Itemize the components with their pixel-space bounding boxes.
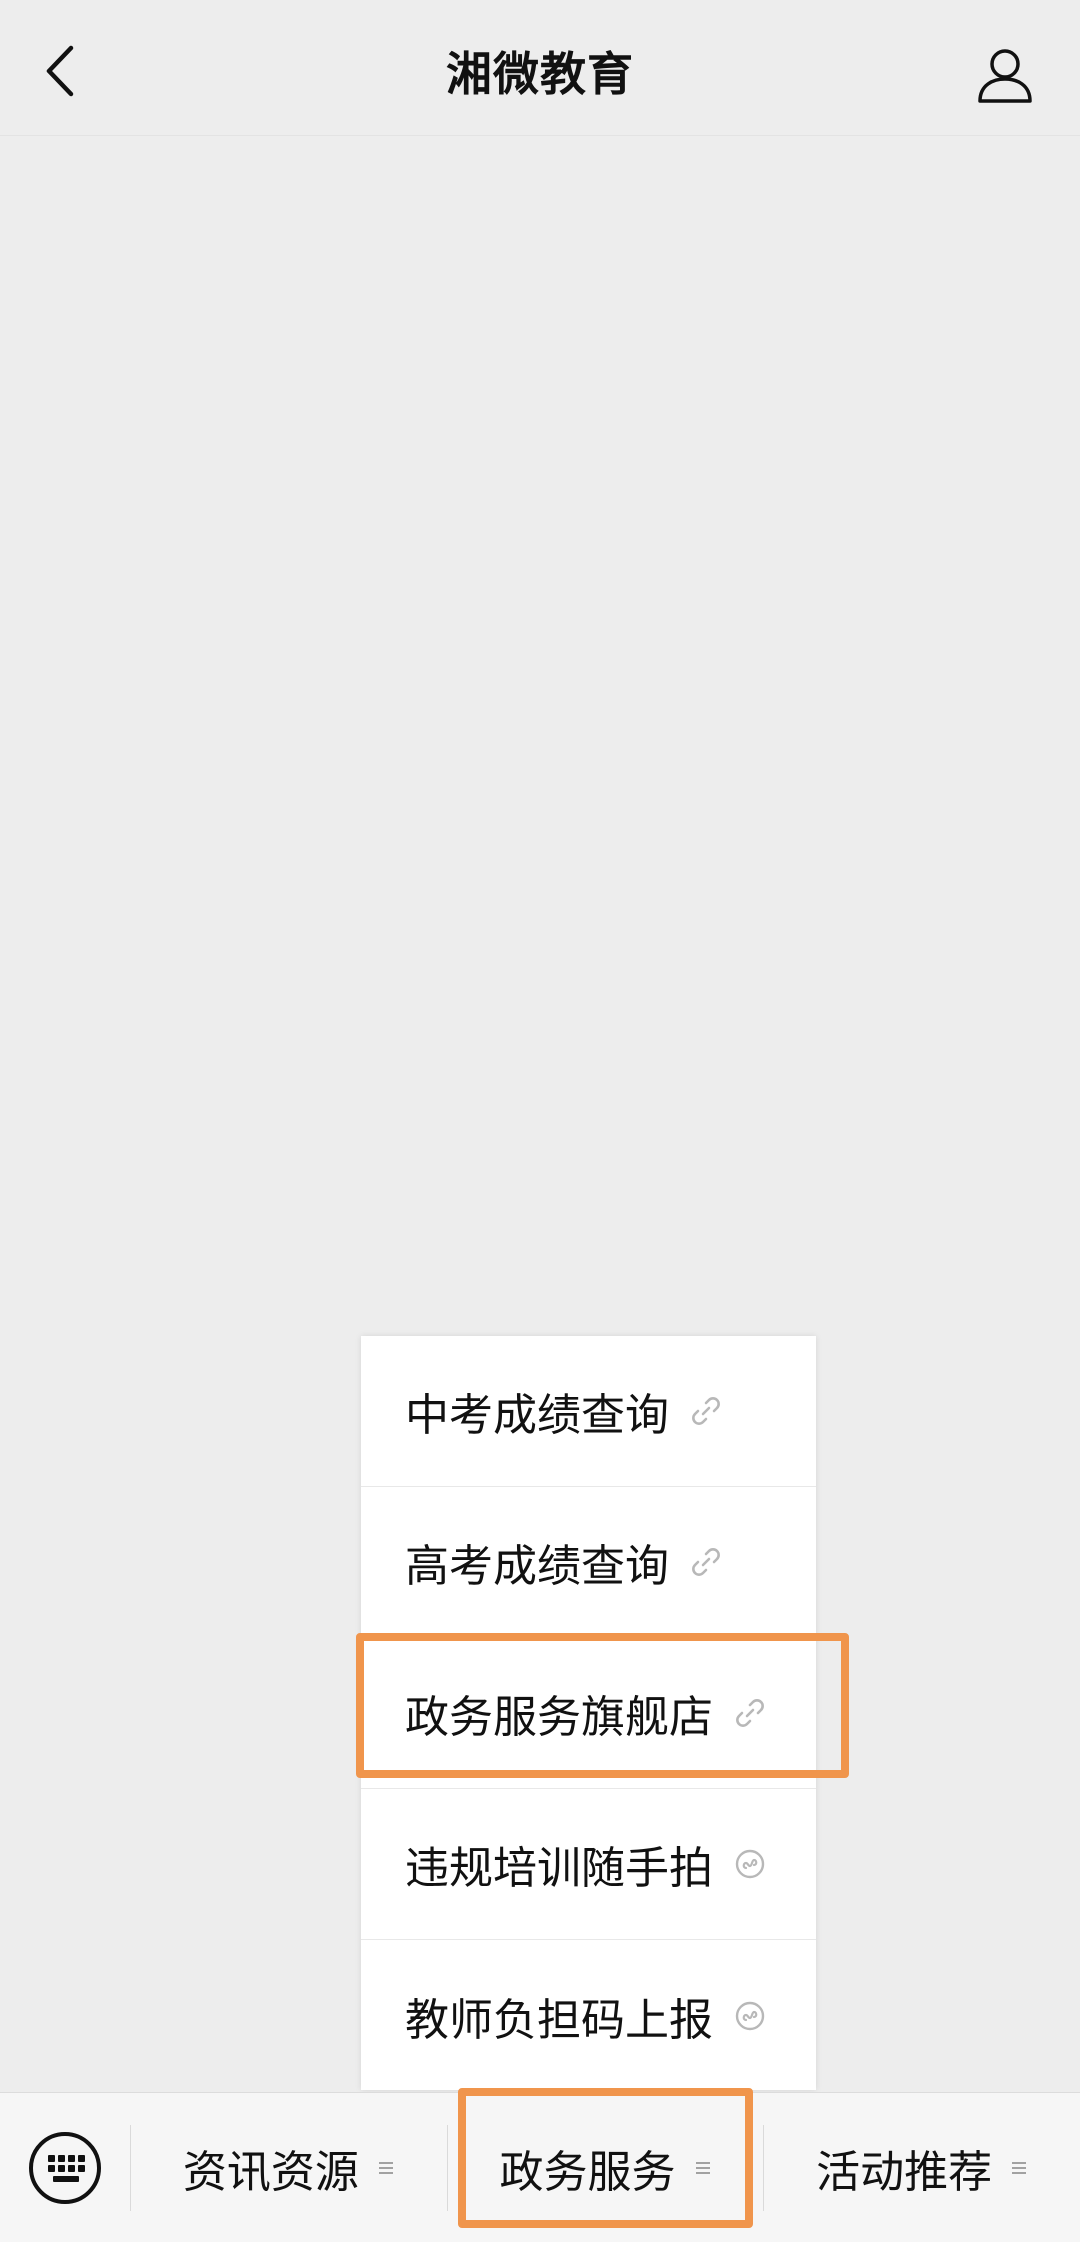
tab-news-resources[interactable]: 资讯资源 [131,2093,447,2242]
menu-item-label: 中考成绩查询 [405,1390,669,1441]
header: 湘微教育 [0,0,1080,136]
menu-item-label: 违规培训随手拍 [405,1843,713,1894]
link-icon [733,1696,767,1730]
menu-item-label: 高考成绩查询 [405,1541,669,1592]
user-icon [978,49,1032,103]
menu-item-zhongkao[interactable]: 中考成绩查询 [361,1336,816,1487]
menu-item-teacher-burden[interactable]: 教师负担码上报 [361,1940,816,2091]
service-menu: 中考成绩查询 高考成绩查询 政务服务旗舰店 违规培训随手拍 教师负担码上报 [361,1336,816,2090]
keyboard-icon [29,2131,101,2204]
tab-government-services[interactable]: 政务服务 [448,2093,764,2242]
menu-item-label: 教师负担码上报 [405,1994,713,2046]
link-icon [689,1394,723,1428]
menu-item-report-training[interactable]: 违规培训随手拍 [361,1789,816,1940]
link-icon [689,1545,723,1579]
mini-program-icon [733,1847,767,1881]
tab-label: 政务服务 [499,2146,676,2198]
menu-item-label: 政务服务旗舰店 [405,1692,713,1743]
menu-lines-icon [377,2159,395,2177]
tab-label: 活动推荐 [816,2146,993,2198]
bottom-menu-bar: 资讯资源 政务服务 活动推荐 [0,2092,1080,2242]
mini-program-icon [733,1999,767,2033]
keyboard-toggle-button[interactable] [0,2093,130,2242]
menu-item-gaokao[interactable]: 高考成绩查询 [361,1487,816,1638]
profile-button[interactable] [970,40,1040,110]
tab-label: 资讯资源 [182,2146,359,2198]
menu-lines-icon [1010,2159,1028,2177]
screen: 湘微教育 中考成绩查询 高考成绩查询 政务服务旗舰店 违规培训随手拍 教师负担码… [0,0,1080,2242]
menu-lines-icon [694,2159,712,2177]
page-title: 湘微教育 [446,47,634,101]
menu-item-flagship-store[interactable]: 政务服务旗舰店 [361,1638,816,1789]
tab-activity-recommendations[interactable]: 活动推荐 [764,2093,1080,2242]
